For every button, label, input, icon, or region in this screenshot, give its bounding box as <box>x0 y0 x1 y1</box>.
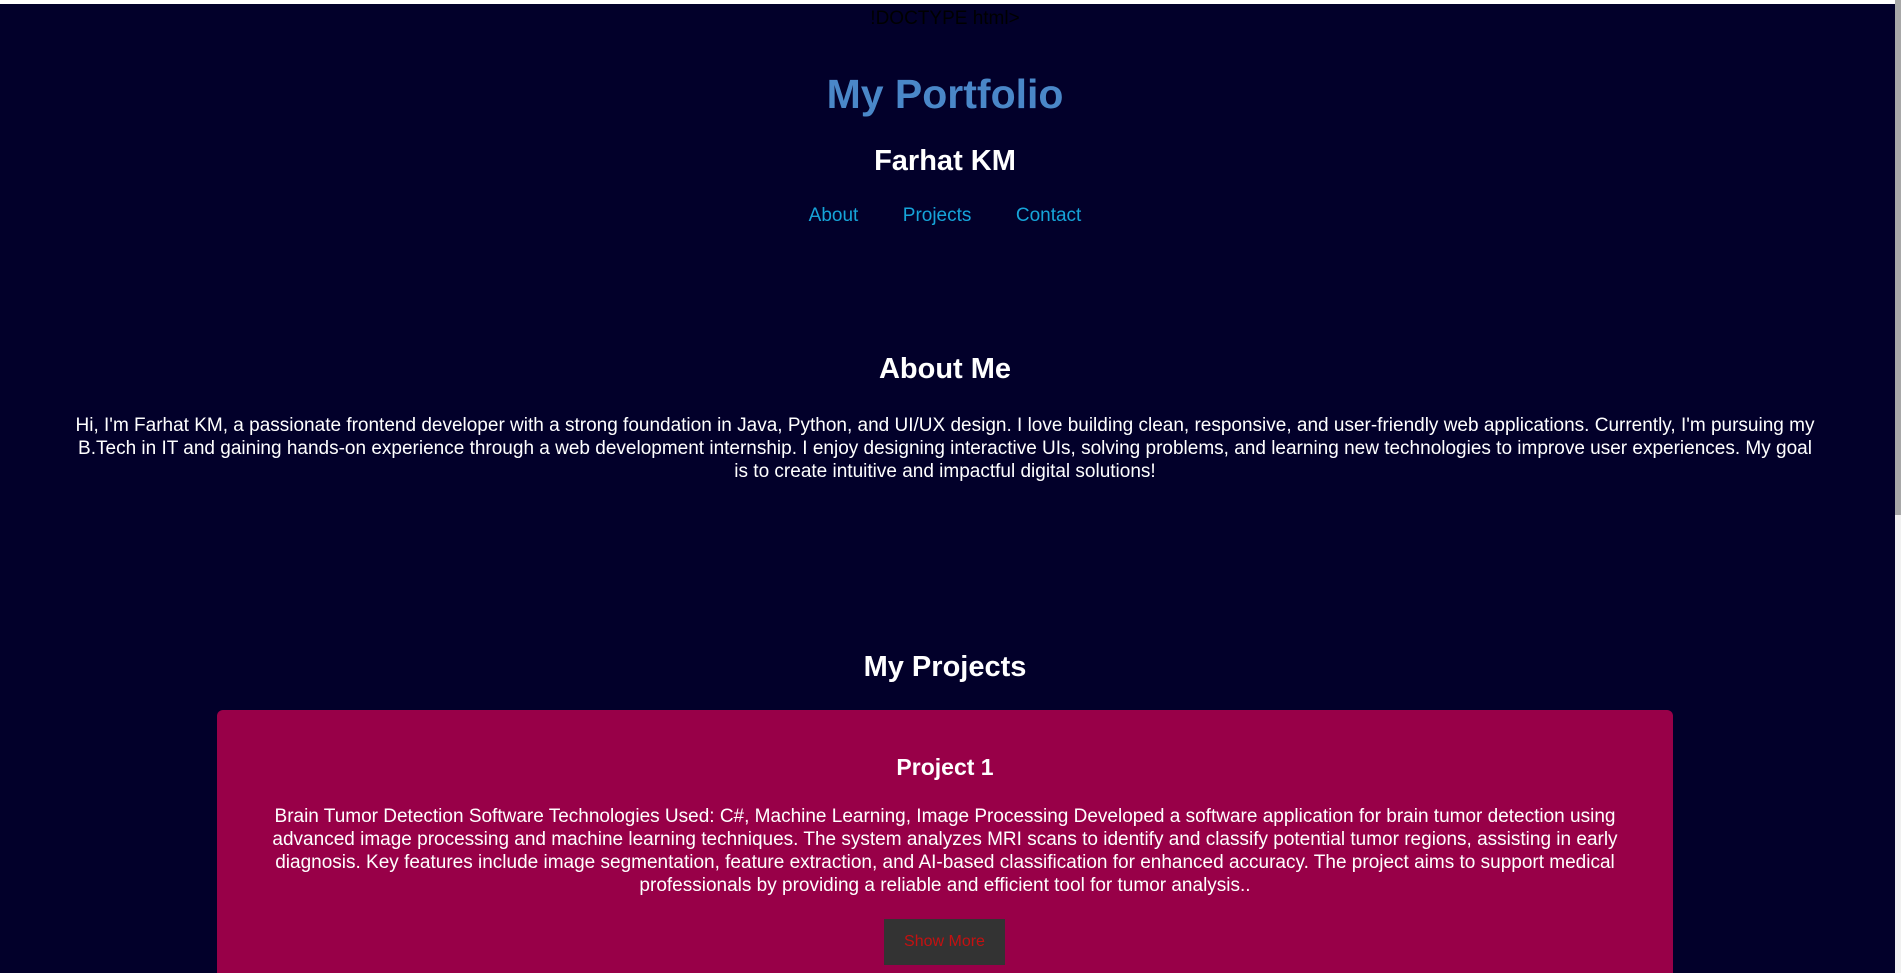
page-viewport: !DOCTYPE html> My Portfolio Farhat KM Ab… <box>0 4 1895 973</box>
project-card: Project 1 Brain Tumor Detection Software… <box>217 710 1673 973</box>
main-nav: About Projects Contact <box>0 205 1890 227</box>
project-title: Project 1 <box>896 754 994 780</box>
nav-link-projects[interactable]: Projects <box>903 205 972 227</box>
about-heading: About Me <box>878 353 1012 385</box>
nav-link-contact[interactable]: Contact <box>1016 205 1081 227</box>
project-description: Brain Tumor Detection Software Technolog… <box>272 806 1618 896</box>
about-text: Hi, I'm Farhat KM, a passionate frontend… <box>75 415 1815 482</box>
site-title: My Portfolio <box>826 71 1064 117</box>
doctype-text: !DOCTYPE html> <box>870 8 1020 29</box>
vertical-scrollbar[interactable] <box>1895 0 1901 973</box>
site-name: Farhat KM <box>874 145 1016 177</box>
scrollbar-thumb[interactable] <box>1895 0 1901 515</box>
show-more-button[interactable]: Show More <box>884 919 1005 965</box>
nav-link-about[interactable]: About <box>809 205 859 227</box>
projects-heading: My Projects <box>863 651 1027 683</box>
